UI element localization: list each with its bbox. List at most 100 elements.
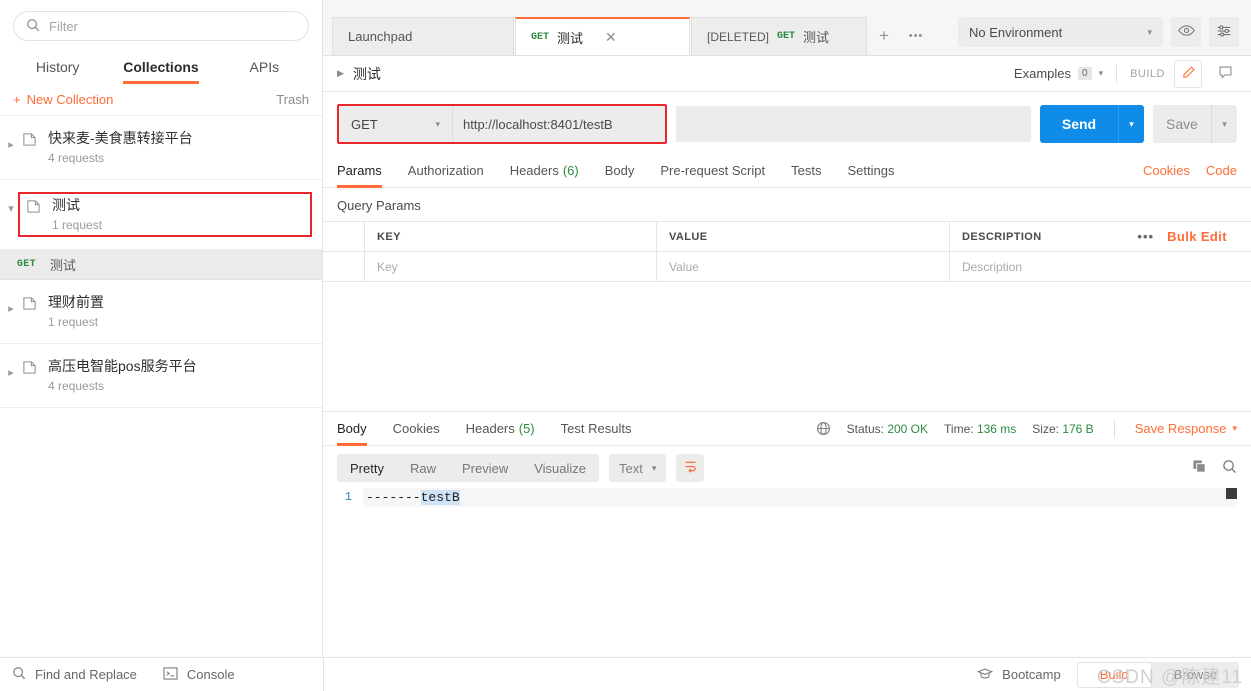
chevron-right-icon[interactable]: ▸ [0,356,22,379]
bootcamp-button[interactable]: Bootcamp [977,667,1061,683]
collection-tree: ▸ 快来麦-美食惠转接平台 4 requests ▾ 测试 1 request … [0,116,322,657]
response-tab-cookies-label: Cookies [392,421,440,436]
search-icon[interactable] [1222,459,1237,477]
tab-pre-request-script[interactable]: Pre-request Script [660,154,765,188]
view-mode-raw[interactable]: Raw [397,454,449,482]
tab-params[interactable]: Params [337,154,382,188]
request-item-testb[interactable]: GET 测试 [0,250,322,280]
query-params-label: Query Params [337,198,421,213]
chevron-right-icon: ▶ [337,68,344,78]
sidebar-tab-apis[interactable]: APIs [213,49,316,84]
url-input-overflow[interactable] [676,106,1031,142]
environment-select[interactable]: No Environment ▾ [958,17,1163,47]
browse-toggle-button[interactable]: Browse [1152,662,1239,688]
url-input[interactable]: http://localhost:8401/testB [453,106,665,142]
graduation-cap-icon [977,667,994,683]
response-format-select[interactable]: Text ▾ [609,454,667,482]
build-toggle-button[interactable]: Build [1076,661,1152,688]
tab-body[interactable]: Body [605,154,635,188]
collection-actions: + New Collection Trash [0,84,322,116]
environment-quick-look-button[interactable] [1171,17,1201,47]
table-row[interactable]: Key Value Description [323,251,1251,282]
save-options-button[interactable]: ▾ [1211,105,1237,143]
sidebar-tab-history[interactable]: History [6,49,109,84]
response-scrollbar[interactable] [1226,488,1237,507]
chevron-right-icon[interactable]: ▸ [0,128,22,151]
collection-row-0[interactable]: ▸ 快来麦-美食惠转接平台 4 requests [0,116,322,180]
new-collection-button[interactable]: + New Collection [13,92,113,107]
breadcrumb[interactable]: ▶ 测试 [337,64,381,84]
method-select[interactable]: GET ▾ [339,106,453,142]
view-mode-preview[interactable]: Preview [449,454,521,482]
collection-row-2[interactable]: ▸ 理财前置 1 request [0,280,322,344]
bootcamp-label: Bootcamp [1002,667,1061,682]
new-tab-button[interactable]: + [868,17,900,55]
send-options-button[interactable]: ▾ [1118,105,1144,143]
response-tab-test-results[interactable]: Test Results [561,412,632,446]
console-button[interactable]: Console [163,666,235,683]
find-and-replace-button[interactable]: Find and Replace [12,666,137,683]
collection-name: 测试 [52,197,80,213]
tab-request-deleted[interactable]: [DELETED] GET 测试 [691,17,867,55]
view-mode-visualize[interactable]: Visualize [521,454,599,482]
response-meta: Status: 200 OK Time: 136 ms Size: 176 B [816,419,1237,438]
cookies-link[interactable]: Cookies [1143,163,1190,178]
view-mode-pretty[interactable]: Pretty [337,454,397,482]
word-wrap-button[interactable] [676,454,705,482]
param-value-input[interactable]: Value [657,251,950,282]
response-tab-body[interactable]: Body [337,412,367,446]
copy-icon[interactable] [1192,459,1207,477]
response-body-selected-text: testB [420,490,460,505]
postman-window: Filter History Collections APIs + New Co… [0,0,1251,691]
environment-settings-button[interactable] [1209,17,1239,47]
search-input[interactable]: Filter [13,11,309,41]
params-empty-space [323,282,1251,411]
response-panel: Body Cookies Headers (5) Test Results St… [323,411,1251,657]
comments-button[interactable] [1211,60,1239,88]
response-tab-headers[interactable]: Headers (5) [466,412,535,446]
tab-launchpad[interactable]: Launchpad [332,17,514,55]
chevron-right-icon[interactable]: ▸ [0,292,22,315]
edit-request-button[interactable] [1174,59,1202,88]
scrollbar-thumb[interactable] [1226,488,1237,499]
response-status: Status: 200 OK [847,422,928,436]
tab-authorization[interactable]: Authorization [408,154,484,188]
tab-tests[interactable]: Tests [791,154,821,188]
tab-headers[interactable]: Headers (6) [510,154,579,188]
tab-settings[interactable]: Settings [847,154,894,188]
examples-dropdown[interactable]: Examples 0 ▾ [1014,66,1103,81]
response-time-value: 136 ms [976,421,1017,436]
param-description-input[interactable]: Description [950,252,1251,282]
collection-row-3[interactable]: ▸ 高压电智能pos服务平台 4 requests [0,344,322,408]
collection-2-content: 理财前置 1 request [22,292,312,331]
response-tab-cookies[interactable]: Cookies [393,412,440,446]
send-button[interactable]: Send [1040,105,1118,143]
chevron-down-icon: ▾ [651,462,657,473]
tab-pre-request-script-label: Pre-request Script [660,163,766,178]
select-all-cell[interactable] [323,221,365,252]
tab-request-testb[interactable]: GET 测试 ✕ [515,17,690,55]
bulk-edit-link[interactable]: Bulk Edit [1167,229,1227,244]
row-checkbox-cell[interactable] [323,251,365,282]
tab-options-button[interactable]: ••• [900,17,932,55]
trash-button[interactable]: Trash [276,92,309,107]
request-method-label: GET [17,259,36,270]
code-link[interactable]: Code [1206,163,1237,178]
request-links: Cookies Code [1143,163,1237,178]
save-response-button[interactable]: Save Response ▾ [1135,421,1237,436]
response-body-content[interactable]: -------testB [363,488,1237,507]
eye-icon [1177,24,1195,40]
table-header-row: KEY VALUE DESCRIPTION ••• Bulk Edit [323,221,1251,252]
collection-row-1[interactable]: ▾ 测试 1 request [0,180,322,250]
response-empty-space [323,507,1251,657]
build-browse-toggle: Build Browse [1076,661,1239,688]
sidebar-tab-collections[interactable]: Collections [109,49,212,84]
close-icon[interactable]: ✕ [605,29,617,46]
collection-name: 快来麦-美食惠转接平台 [48,130,193,146]
param-key-input[interactable]: Key [365,251,657,282]
ellipsis-icon[interactable]: ••• [1137,229,1154,244]
sidebar-tab-apis-label: APIs [249,58,280,75]
save-button[interactable]: Save [1153,105,1211,143]
response-body-viewer: 1 -------testB [323,488,1251,507]
view-mode-pretty-label: Pretty [350,460,384,476]
